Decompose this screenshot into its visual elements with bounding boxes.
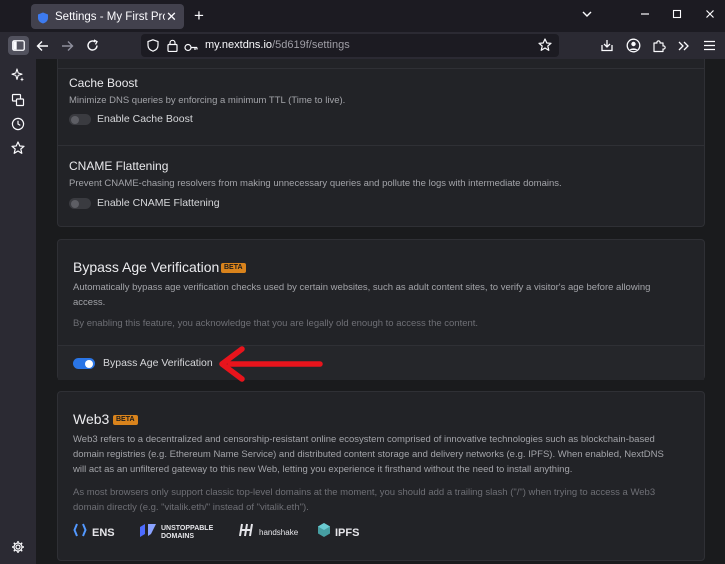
bypass-age-note: By enabling this feature, you acknowledg… (73, 318, 479, 329)
forward-arrow-icon[interactable] (58, 36, 77, 55)
tab-close-icon[interactable]: ✕ (164, 9, 179, 24)
url-path: /5d619f/settings (272, 39, 350, 51)
unstoppable-domains-icon (139, 522, 157, 543)
toggle-knob (71, 199, 79, 208)
bypass-age-toggle-row: Bypass Age Verification (58, 345, 704, 380)
ens-icon (73, 522, 87, 543)
save-to-pocket-icon[interactable] (597, 36, 616, 55)
web3-description-line: domain registries (e.g. Ethereum Name Se… (73, 449, 664, 460)
cache-boost-description: Minimize DNS queries by enforcing a mini… (69, 95, 346, 106)
bypass-age-description-line: Automatically bypass age verification ch… (73, 282, 651, 293)
ipfs-cube-icon (317, 522, 331, 543)
web3-note: As most browsers only support classic to… (73, 485, 688, 515)
ipfs-logo-text: IPFS (335, 526, 360, 539)
cname-flattening-title: CNAME Flattening (69, 159, 169, 173)
unstoppable-line1: UNSTOPPABLE (161, 524, 214, 532)
cname-flattening-toggle[interactable] (69, 198, 91, 209)
account-icon[interactable] (624, 36, 643, 55)
minimize-icon[interactable] (636, 7, 654, 25)
bookmark-star-icon[interactable] (538, 38, 552, 57)
performance-settings-card: Cache Boost Minimize DNS queries by enfo… (57, 59, 705, 227)
browser-sidebar (0, 59, 36, 564)
bypass-age-title: Bypass Age Verification (73, 259, 220, 275)
handshake-logo: handshake (238, 520, 298, 545)
handshake-icon (238, 522, 256, 543)
cache-boost-setting: Cache Boost Minimize DNS queries by enfo… (58, 68, 704, 145)
toggle-knob (85, 359, 93, 368)
nextdns-settings-page: Cache Boost Minimize DNS queries by enfo… (36, 59, 725, 564)
web3-title: Web3 (73, 411, 110, 427)
browser-tab[interactable]: Settings - My First Profile - NextDNS ✕ (31, 4, 184, 29)
cache-boost-title: Cache Boost (69, 76, 138, 90)
bypass-age-verification-card: Bypass Age Verification BETA Automatical… (57, 239, 705, 380)
web3-description-line: Web3 refers to a decentralized and censo… (73, 434, 655, 445)
synced-tabs-icon[interactable] (9, 91, 27, 109)
web3-description-line: will act as an unfiltered gateway to thi… (73, 464, 573, 475)
web3-logos: ENS UNSTOPPABLE DOMAINS handshake IPFS (73, 520, 693, 545)
bookmarks-star-icon[interactable] (9, 139, 27, 157)
unstoppable-line2: DOMAINS (161, 532, 195, 540)
navigation-toolbar: my.nextdns.io/5d619f/settings (0, 32, 725, 59)
close-window-icon[interactable] (701, 7, 719, 25)
web3-card: Web3 BETA Web3 refers to a decentralized… (57, 391, 705, 561)
history-clock-icon[interactable] (9, 115, 27, 133)
ai-sparkle-icon[interactable] (9, 66, 27, 84)
cname-flattening-description: Prevent CNAME-chasing resolvers from mak… (69, 178, 562, 189)
cache-boost-toggle[interactable] (69, 114, 91, 125)
cache-boost-toggle-label[interactable]: Enable Cache Boost (97, 113, 193, 125)
ipfs-logo: IPFS (317, 520, 359, 545)
cname-flattening-toggle-label[interactable]: Enable CNAME Flattening (97, 197, 220, 209)
tab-title: Settings - My First Profile - NextDNS (55, 10, 165, 23)
bypass-age-toggle-label[interactable]: Bypass Age Verification (103, 357, 213, 369)
maximize-icon[interactable] (668, 7, 686, 25)
cname-flattening-setting: CNAME Flattening Prevent CNAME-chasing r… (58, 145, 704, 225)
beta-badge: BETA (113, 415, 138, 425)
ens-logo: ENS (73, 520, 115, 545)
bypass-age-description: Automatically bypass age verification ch… (73, 280, 688, 310)
overflow-chevrons-icon[interactable] (674, 36, 693, 55)
url-text[interactable]: my.nextdns.io/5d619f/settings (205, 39, 350, 51)
permissions-key-icon[interactable] (184, 40, 198, 58)
web3-description: Web3 refers to a decentralized and censo… (73, 432, 688, 477)
bypass-age-description-line: access. (73, 297, 106, 308)
back-arrow-icon[interactable] (33, 36, 52, 55)
unstoppable-domains-wordmark: UNSTOPPABLE DOMAINS (161, 525, 213, 541)
sidebar-toggle-icon[interactable] (8, 36, 29, 55)
new-tab-icon[interactable]: + (190, 7, 208, 25)
shield-icon[interactable] (147, 39, 159, 57)
url-bar[interactable]: my.nextdns.io/5d619f/settings (141, 34, 559, 57)
lock-icon[interactable] (167, 39, 178, 57)
hamburger-menu-icon[interactable] (700, 36, 719, 55)
handshake-logo-text: handshake (259, 528, 299, 537)
customize-sidebar-gear-icon[interactable] (9, 538, 27, 556)
beta-badge: BETA (221, 263, 246, 273)
web3-note-line: As most browsers only support classic to… (73, 487, 656, 498)
nextdns-favicon-icon (37, 11, 49, 23)
toggle-knob (71, 115, 79, 124)
tab-list-chevron-icon[interactable] (578, 7, 596, 25)
title-bar: Settings - My First Profile - NextDNS ✕ … (0, 0, 725, 32)
url-host: my.nextdns.io (205, 39, 273, 51)
red-annotation-arrow-icon (219, 346, 323, 382)
web3-note-line: domain directly (e.g. "vitalik.eth/" ins… (73, 502, 309, 513)
bypass-age-toggle[interactable] (73, 358, 95, 369)
reload-icon[interactable] (83, 36, 102, 55)
ens-logo-text: ENS (92, 526, 115, 539)
extensions-puzzle-icon[interactable] (649, 36, 668, 55)
unstoppable-domains-logo: UNSTOPPABLE DOMAINS (139, 520, 213, 545)
